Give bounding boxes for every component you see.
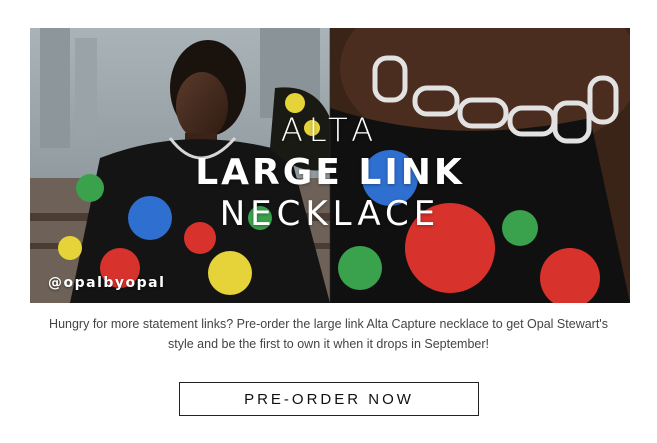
headline-line-2: LARGE LINK bbox=[195, 152, 465, 193]
headline-line-1: ALTA bbox=[280, 111, 380, 149]
hero-headline: ALTA LARGE LINK NECKLACE bbox=[30, 28, 630, 303]
promo-description: Hungry for more statement links? Pre-ord… bbox=[49, 317, 608, 351]
hero-banner[interactable]: ALTA LARGE LINK NECKLACE @opalbyopal bbox=[30, 28, 630, 303]
pre-order-button[interactable]: PRE-ORDER NOW bbox=[179, 382, 479, 416]
instagram-handle: @opalbyopal bbox=[48, 275, 166, 291]
headline-line-3: NECKLACE bbox=[219, 194, 441, 234]
